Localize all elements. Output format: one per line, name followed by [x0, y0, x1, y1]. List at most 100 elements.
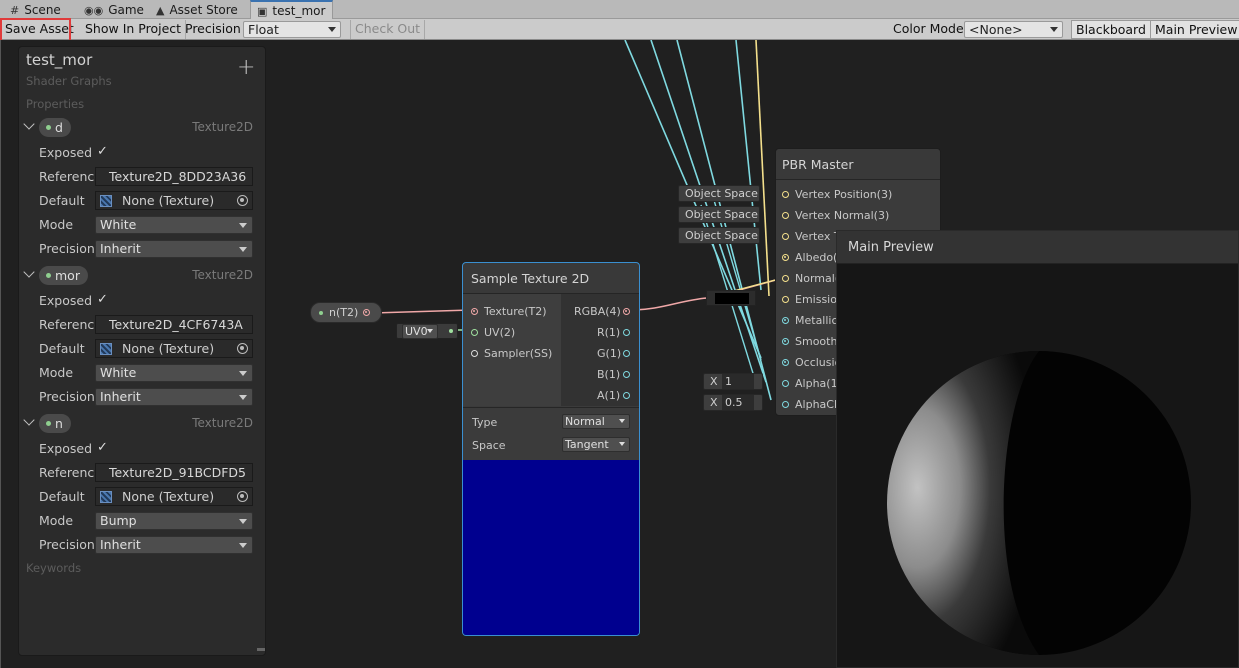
default-texture-field[interactable]: None (Texture): [95, 487, 253, 506]
pbr-port-label: Vertex T: [795, 230, 841, 243]
input-port-label: Texture(T2): [484, 305, 547, 318]
mode-dropdown[interactable]: White: [95, 216, 253, 234]
mode-label: Mode: [39, 217, 74, 232]
uv-input-node[interactable]: UV0: [396, 323, 458, 339]
alpha-value-field[interactable]: 1: [722, 374, 754, 389]
object-picker-icon[interactable]: [237, 491, 248, 502]
exposed-checkbox[interactable]: ✓: [97, 292, 108, 307]
chevron-down-icon[interactable]: [23, 266, 35, 278]
port-icon[interactable]: [782, 233, 789, 240]
color-swatch[interactable]: [715, 293, 749, 304]
property-pill[interactable]: n: [39, 414, 71, 433]
pbr-port-row[interactable]: Vertex Normal(3): [776, 208, 940, 226]
color-mode-value: <None>: [969, 22, 1023, 37]
reference-field[interactable]: Texture2D_91BCDFD5: [95, 463, 253, 482]
output-ports: RGBA(4) R(1) G(1) B(1) A(1): [561, 294, 639, 406]
tab-test-mor[interactable]: ▣ test_mor: [250, 0, 333, 20]
property-node-n[interactable]: n(T2): [310, 302, 382, 323]
check-out-button[interactable]: Check Out: [350, 20, 426, 39]
port-icon[interactable]: [623, 392, 630, 399]
mode-value: White: [100, 365, 137, 380]
graph-canvas[interactable]: test_mor Shader Graphs + Properties d Te…: [0, 40, 1239, 668]
add-property-button[interactable]: +: [237, 57, 255, 79]
default-texture-field[interactable]: None (Texture): [95, 339, 253, 358]
default-texture-field[interactable]: None (Texture): [95, 191, 253, 210]
reference-field[interactable]: Texture2D_4CF6743A: [95, 315, 253, 334]
precision-label: Precision: [39, 389, 95, 404]
property-row-mor[interactable]: mor Texture2D: [19, 266, 265, 286]
exposed-dot-icon: [319, 311, 323, 315]
object-space-chip[interactable]: Object Space: [678, 227, 760, 244]
port-icon[interactable]: [782, 275, 789, 282]
port-icon[interactable]: [623, 371, 630, 378]
pbr-port-row[interactable]: Vertex Position(3): [776, 187, 940, 205]
color-mode-dropdown[interactable]: <None>: [964, 21, 1063, 38]
type-dropdown[interactable]: Normal: [562, 414, 630, 429]
object-space-chip[interactable]: Object Space: [678, 185, 760, 202]
property-row-d[interactable]: d Texture2D: [19, 118, 265, 138]
port-icon[interactable]: [782, 296, 789, 303]
save-asset-button[interactable]: Save Asset: [1, 20, 74, 39]
alphaclip-input[interactable]: X 0.5: [703, 394, 763, 411]
sample-texture-2d-node[interactable]: Sample Texture 2D Texture(T2) UV(2) Samp…: [462, 262, 640, 636]
precision-dropdown[interactable]: Float: [243, 21, 341, 38]
property-pill[interactable]: d: [39, 118, 71, 137]
output-port-icon[interactable]: [363, 309, 370, 316]
keywords-section-label: Keywords: [26, 561, 82, 575]
input-port-label: Sampler(SS): [484, 347, 553, 360]
alphaclip-value-field[interactable]: 0.5: [722, 395, 754, 410]
port-icon[interactable]: [623, 350, 630, 357]
alpha-input[interactable]: X 1: [703, 373, 763, 390]
precision-dropdown[interactable]: Inherit: [95, 536, 253, 554]
chevron-down-icon: [1050, 27, 1058, 32]
port-icon[interactable]: [471, 350, 478, 357]
precision-dropdown[interactable]: Inherit: [95, 240, 253, 258]
default-label: Default: [39, 341, 85, 356]
space-dropdown[interactable]: Tangent: [562, 437, 630, 452]
port-icon[interactable]: [782, 191, 789, 198]
object-space-chip[interactable]: Object Space: [678, 206, 760, 223]
node-settings: Type Normal Space Tangent: [463, 407, 639, 459]
tab-asset-store[interactable]: ▲ Asset Store: [150, 1, 246, 19]
main-preview-toggle-button[interactable]: Main Preview: [1150, 20, 1239, 39]
uv-channel-dropdown[interactable]: UV0: [402, 324, 438, 339]
output-port-label: G(1): [597, 347, 622, 360]
port-icon[interactable]: [471, 329, 478, 336]
port-icon[interactable]: [782, 380, 789, 387]
object-picker-icon[interactable]: [237, 195, 248, 206]
port-icon[interactable]: [782, 317, 789, 324]
pbr-port-label: Vertex Normal(3): [795, 209, 890, 222]
precision-dropdown[interactable]: Inherit: [95, 388, 253, 406]
property-name: mor: [55, 268, 80, 283]
show-in-project-button[interactable]: Show In Project: [81, 20, 187, 39]
property-pill[interactable]: mor: [39, 266, 88, 285]
chevron-down-icon: [239, 371, 247, 376]
property-node-label: n(T2): [329, 306, 359, 319]
chevron-down-icon[interactable]: [23, 414, 35, 426]
port-icon[interactable]: [782, 359, 789, 366]
tab-scene[interactable]: # Scene: [4, 1, 69, 19]
pbr-port-label: Occlusio: [795, 356, 842, 369]
blackboard-subtitle: Shader Graphs: [26, 74, 112, 88]
exposed-checkbox[interactable]: ✓: [97, 144, 108, 159]
tab-game[interactable]: ◉◉ Game: [78, 1, 152, 19]
wire-texture: [372, 309, 472, 314]
object-picker-icon[interactable]: [237, 343, 248, 354]
port-icon[interactable]: [782, 401, 789, 408]
exposed-checkbox[interactable]: ✓: [97, 440, 108, 455]
port-icon[interactable]: [782, 212, 789, 219]
emission-color-input[interactable]: [706, 290, 756, 306]
port-icon[interactable]: [623, 308, 630, 315]
reference-field[interactable]: Texture2D_8DD23A36: [95, 167, 253, 186]
mode-dropdown[interactable]: Bump: [95, 512, 253, 530]
chevron-down-icon[interactable]: [23, 118, 35, 130]
port-icon[interactable]: [782, 254, 789, 261]
property-row-n[interactable]: n Texture2D: [19, 414, 265, 434]
preview-sphere[interactable]: [837, 264, 1238, 667]
blackboard-toggle-button[interactable]: Blackboard: [1071, 20, 1151, 39]
port-icon[interactable]: [623, 329, 630, 336]
resize-handle[interactable]: [257, 648, 265, 651]
mode-dropdown[interactable]: White: [95, 364, 253, 382]
port-icon[interactable]: [471, 308, 478, 315]
port-icon[interactable]: [782, 338, 789, 345]
